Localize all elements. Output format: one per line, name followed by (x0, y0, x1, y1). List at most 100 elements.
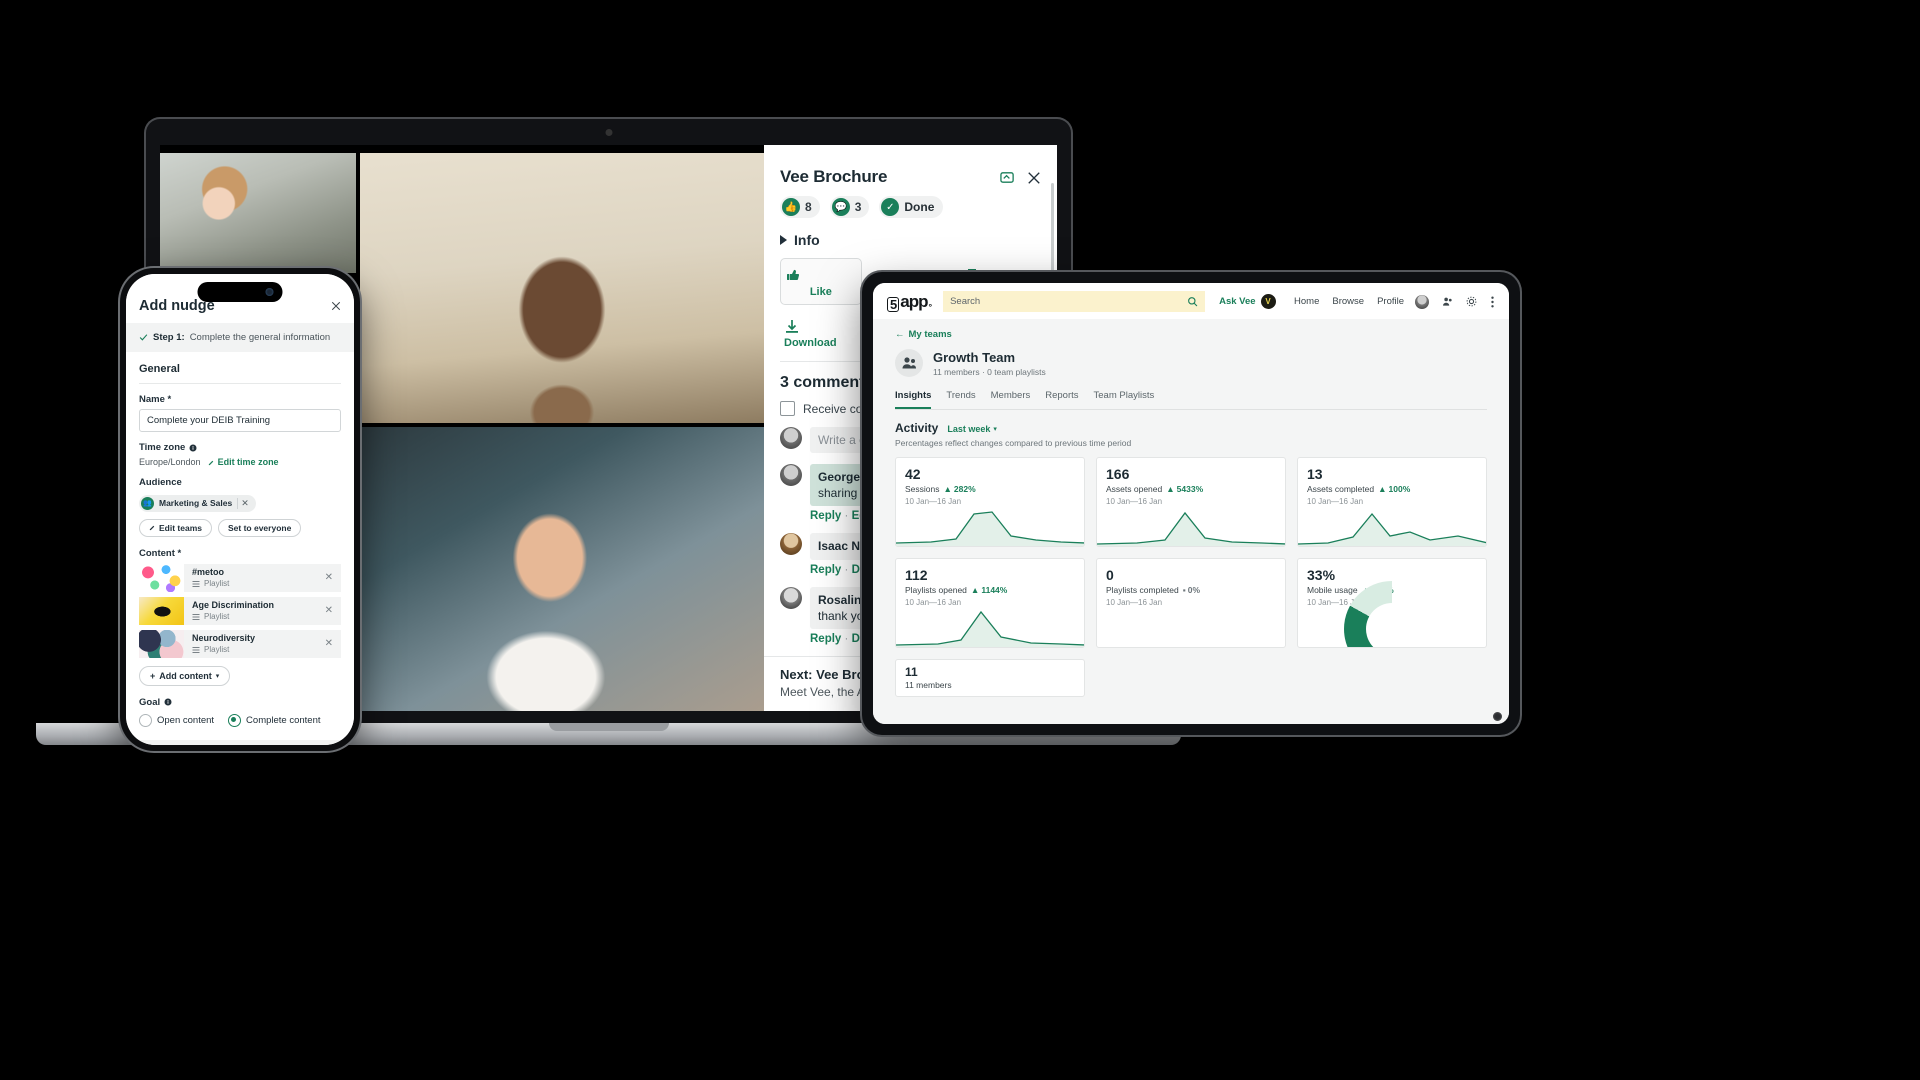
set-everyone-button[interactable]: Set to everyone (218, 518, 302, 537)
members-value: 11 (905, 665, 918, 679)
ask-vee-button[interactable]: Ask Vee V (1219, 294, 1276, 309)
goal-option-complete[interactable]: Complete content (228, 713, 321, 727)
people-icon[interactable] (1442, 296, 1453, 307)
remove-audience-icon[interactable]: ✕ (237, 497, 249, 509)
tab-trends[interactable]: Trends (946, 390, 975, 409)
team-icon (895, 349, 923, 377)
playlist-icon (192, 613, 200, 620)
content-item-type: Playlist (192, 645, 317, 654)
engagement-stats: 👍 8 💬 3 ✓ Done (780, 196, 1041, 218)
content-type-label: Playlist (204, 645, 230, 654)
name-input[interactable]: Complete your DEIB Training (139, 409, 341, 432)
nav-browse[interactable]: Browse (1332, 296, 1364, 307)
search-icon (1188, 297, 1198, 307)
goal-option-open[interactable]: Open content (139, 713, 214, 727)
chevron-down-icon: ▾ (993, 426, 997, 433)
search-input[interactable]: Search (943, 291, 1206, 312)
more-vertical-icon[interactable] (1490, 296, 1495, 308)
reply-link[interactable]: Reply (810, 510, 841, 522)
video-tile-participant-1[interactable] (160, 153, 356, 273)
separator: · (844, 632, 849, 645)
sparkline-chart (1298, 512, 1486, 546)
edit-teams-label: Edit teams (159, 522, 202, 533)
content-item[interactable]: Age Discrimination Playlist ✕ (139, 596, 341, 625)
video-tile-participant-3[interactable] (360, 427, 764, 711)
stat-card-assets-completed[interactable]: 13 Assets completed ▲ 100% 10 Jan—16 Jan (1297, 457, 1487, 547)
check-icon: ✓ (881, 198, 900, 216)
remove-content-icon[interactable]: ✕ (325, 572, 333, 583)
vee-avatar-icon: V (1260, 294, 1276, 309)
playlist-icon (192, 580, 200, 587)
comment-count-pill[interactable]: 💬 3 (829, 196, 870, 218)
timezone-row: Europe/London Edit time zone (139, 457, 341, 467)
content-thumbnail (139, 629, 184, 658)
timezone-label: Time zone (139, 442, 186, 453)
done-label: Done (904, 200, 935, 214)
step-2-header[interactable]: Step 2: Enable one or more actions (126, 739, 354, 745)
activity-heading: Activity (895, 421, 939, 435)
edit-teams-button[interactable]: Edit teams (139, 518, 212, 537)
breadcrumb[interactable]: ← My teams (895, 329, 1487, 340)
add-content-button[interactable]: + Add content ▾ (139, 665, 231, 686)
tab-insights[interactable]: Insights (895, 390, 932, 409)
tab-reports[interactable]: Reports (1045, 390, 1078, 409)
nav-profile[interactable]: Profile (1377, 296, 1404, 307)
comment-icon: 💬 (831, 198, 850, 216)
remove-content-icon[interactable]: ✕ (325, 638, 333, 649)
audience-chip[interactable]: 👥 Marketing & Sales ✕ (139, 494, 256, 512)
stat-range: 10 Jan—16 Jan (1307, 497, 1364, 506)
activity-subtitle: Percentages reflect changes compared to … (895, 438, 1132, 448)
edit-timezone-link[interactable]: Edit time zone (208, 457, 279, 467)
gear-icon[interactable] (1466, 296, 1477, 307)
video-tile-participant-2[interactable] (360, 153, 764, 423)
tab-members[interactable]: Members (991, 390, 1031, 409)
tab-team-playlists[interactable]: Team Playlists (1094, 390, 1155, 409)
team-subtitle: 11 members · 0 team playlists (933, 366, 1046, 377)
open-external-icon[interactable] (1000, 170, 1015, 185)
step-1-header[interactable]: Step 1: Complete the general information (126, 323, 354, 352)
avatar (780, 464, 802, 486)
stat-card-sessions[interactable]: 42 Sessions ▲ 282% 10 Jan—16 Jan (895, 457, 1085, 547)
avatar[interactable] (1415, 294, 1429, 309)
breadcrumb-label: My teams (908, 329, 952, 340)
done-badge[interactable]: ✓ Done (879, 196, 944, 218)
reply-link[interactable]: Reply (810, 633, 841, 645)
receive-notifications-checkbox[interactable] (780, 401, 795, 416)
laptop-camera-icon (605, 129, 612, 136)
period-selector[interactable]: Last week ▾ (947, 424, 997, 434)
check-icon (139, 334, 148, 341)
name-label: Name * (139, 394, 172, 405)
stat-card-playlists-opened[interactable]: 112 Playlists opened ▲ 1144% 10 Jan—16 Ja… (895, 558, 1085, 648)
content-item[interactable]: Neurodiversity Playlist ✕ (139, 629, 341, 658)
remove-content-icon[interactable]: ✕ (325, 605, 333, 616)
close-icon[interactable] (1027, 171, 1041, 185)
download-icon (786, 320, 798, 333)
sparkline-chart (896, 511, 1084, 546)
avatar (780, 427, 802, 449)
phone-screen: Add nudge Step 1: Complete the general i… (126, 274, 354, 745)
goal-label-row: Goal (139, 697, 341, 708)
reply-link[interactable]: Reply (810, 564, 841, 576)
like-button[interactable]: Like (780, 258, 862, 305)
download-button[interactable]: Download (784, 319, 837, 349)
stat-delta: ▪ 0% (1182, 585, 1201, 595)
brand-logo[interactable]: 5 app ° (887, 292, 932, 312)
content-item-name: Age Discrimination (192, 600, 275, 610)
separator: · (844, 563, 849, 576)
close-icon[interactable] (331, 301, 341, 311)
top-navigation: 5 app ° Search Ask Vee V Home Browse Profi… (873, 283, 1509, 319)
like-count-pill[interactable]: 👍 8 (780, 196, 820, 218)
stat-card-members[interactable]: 11 11 members (895, 659, 1085, 697)
stat-card-assets-opened[interactable]: 166 Assets opened ▲ 5433% 10 Jan—16 Jan (1096, 457, 1286, 547)
info-disclosure[interactable]: Info (780, 232, 1041, 248)
stat-value: 112 (905, 567, 928, 583)
step-1-text: Complete the general information (189, 332, 331, 343)
thumbs-up-icon: 👍 (782, 198, 800, 216)
stat-card-playlists-completed[interactable]: 0 Playlists completed ▪ 0% 10 Jan—16 Jan (1096, 558, 1286, 648)
content-type-label: Playlist (204, 579, 230, 588)
stat-card-mobile-usage[interactable]: 33% Mobile usage ▲100% 10 Jan—16 Jan (1297, 558, 1487, 648)
content-item[interactable]: #metoo Playlist ✕ (139, 563, 341, 592)
nav-home[interactable]: Home (1294, 296, 1319, 307)
general-heading: General (139, 363, 180, 375)
logo-five: 5 (887, 296, 900, 312)
